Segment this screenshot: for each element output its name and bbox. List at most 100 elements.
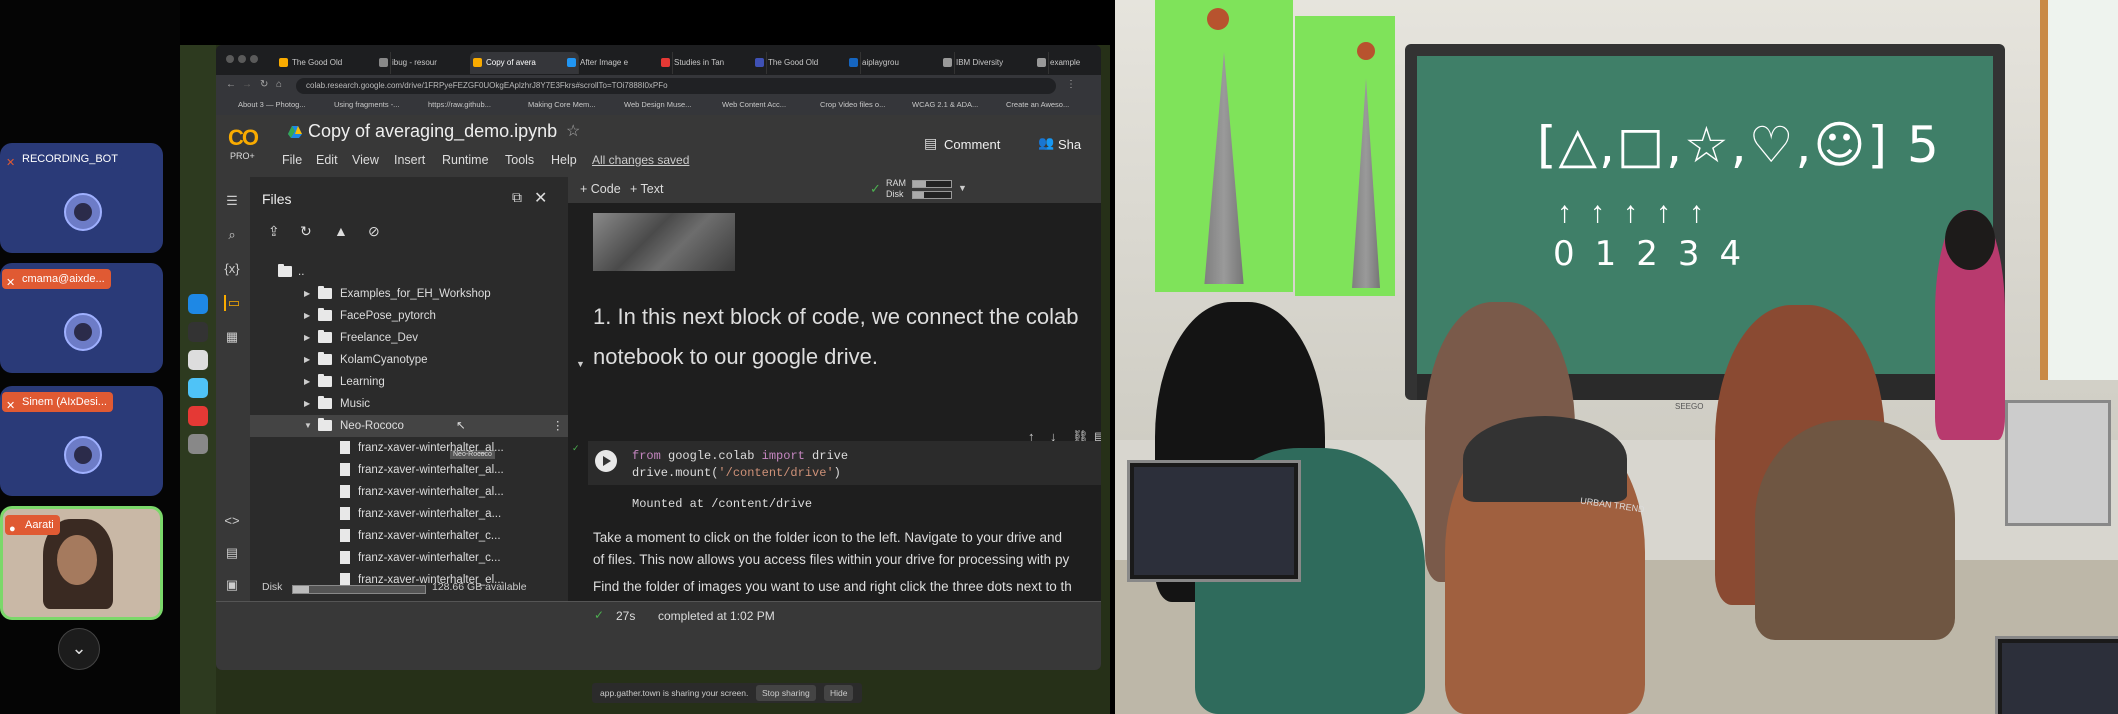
- command-palette-icon[interactable]: ▤: [224, 545, 240, 561]
- bookmark[interactable]: Web Design Muse...: [624, 100, 691, 109]
- refresh-icon[interactable]: ↻: [300, 223, 312, 240]
- terminal-icon[interactable]: [188, 322, 208, 342]
- notebook-title[interactable]: Copy of averaging_demo.ipynb: [308, 121, 557, 142]
- bookmark[interactable]: WCAG 2.1 & ADA...: [912, 100, 978, 109]
- file-tree-row[interactable]: ▶ Music: [250, 393, 568, 415]
- variables-icon[interactable]: {x}: [224, 261, 240, 277]
- browser-tab[interactable]: ibug - resour: [376, 52, 485, 74]
- chevron-right-icon[interactable]: ▶: [304, 305, 310, 327]
- file-tree-row[interactable]: franz-xaver-winterhalter_a...: [250, 503, 568, 525]
- bookmark[interactable]: Crop Video files o...: [820, 100, 885, 109]
- menu-view[interactable]: View: [352, 153, 379, 167]
- stop-sharing-button[interactable]: Stop sharing: [756, 685, 816, 701]
- file-tree-row[interactable]: franz-xaver-winterhalter_al...: [250, 459, 568, 481]
- menu-file[interactable]: File: [282, 153, 302, 167]
- file-tree-row[interactable]: ..: [250, 261, 568, 283]
- finder-icon[interactable]: [188, 294, 208, 314]
- browser-tab[interactable]: After Image e: [564, 52, 673, 74]
- back-icon[interactable]: ←: [226, 79, 236, 90]
- bookmark[interactable]: Web Content Acc...: [722, 100, 786, 109]
- menu-tools[interactable]: Tools: [505, 153, 534, 167]
- chevron-down-icon[interactable]: ⌄: [58, 628, 100, 670]
- search-icon[interactable]: ⌕: [224, 227, 240, 243]
- file-tree-row[interactable]: ▶ Examples_for_EH_Workshop: [250, 283, 568, 305]
- trash-icon[interactable]: [188, 434, 208, 454]
- participant-video-tile[interactable]: ● Aarati: [0, 506, 163, 620]
- file-tree-row[interactable]: franz-xaver-winterhalter_c...: [250, 547, 568, 569]
- file-tree-row[interactable]: ▶ FacePose_pytorch: [250, 305, 568, 327]
- browser-tab[interactable]: The Good Old: [276, 52, 391, 74]
- code-line[interactable]: from google.colab import drive: [632, 449, 848, 463]
- file-tree-row[interactable]: franz-xaver-winterhalter_c...: [250, 525, 568, 547]
- star-icon[interactable]: ☆: [566, 121, 580, 141]
- secrets-icon[interactable]: ▦: [224, 329, 240, 345]
- menu-icon[interactable]: ⋮: [1066, 79, 1076, 90]
- bookmark[interactable]: Using fragments -...: [334, 100, 399, 109]
- bookmark[interactable]: About 3 — Photog...: [238, 100, 306, 109]
- browser-tab[interactable]: IBM Diversity: [940, 52, 1049, 74]
- colab-logo[interactable]: CO: [228, 125, 268, 150]
- browser-tab[interactable]: The Good Old: [752, 52, 861, 74]
- toc-icon[interactable]: ☰: [224, 193, 240, 209]
- chrome-icon[interactable]: [188, 406, 208, 426]
- participant-tile[interactable]: ✕ Sinem (AIxDesi...: [0, 386, 163, 496]
- terminal-icon[interactable]: ▣: [224, 577, 240, 593]
- file-tree-row[interactable]: ▶ KolamCyanotype: [250, 349, 568, 371]
- chevron-right-icon[interactable]: ▶: [304, 327, 310, 349]
- bookmark[interactable]: Making Core Mem...: [528, 100, 596, 109]
- menu-edit[interactable]: Edit: [316, 153, 338, 167]
- maximize-window-icon[interactable]: [250, 55, 258, 63]
- chevron-down-icon[interactable]: ▼: [304, 415, 312, 437]
- close-icon[interactable]: ✕: [534, 188, 547, 208]
- participant-tile[interactable]: ✕ RECORDING_BOT: [0, 143, 163, 253]
- browser-tab[interactable]: Studies in Tan: [658, 52, 767, 74]
- file-tree-row[interactable]: ▶ Freelance_Dev: [250, 327, 568, 349]
- browser-tab[interactable]: aiplaygrou: [846, 52, 955, 74]
- code-snippets-icon[interactable]: <>: [224, 513, 240, 529]
- file-tree-row[interactable]: franz-xaver-winterhalter_al...: [250, 437, 568, 459]
- chevron-right-icon[interactable]: ▶: [304, 283, 310, 305]
- file-tree-row[interactable]: ▶ Learning: [250, 371, 568, 393]
- save-status[interactable]: All changes saved: [592, 153, 689, 167]
- code-line[interactable]: drive.mount('/content/drive'): [632, 466, 841, 480]
- minimize-window-icon[interactable]: [238, 55, 246, 63]
- classroom-photo: [△,□,☆,♡,☺] 5 ↑↑↑↑↑ 01234 SEEGO URBAN TR…: [1115, 0, 2118, 714]
- chevron-right-icon[interactable]: ▶: [304, 393, 310, 415]
- code-cell[interactable]: from google.colab import drive drive.mou…: [588, 441, 1101, 485]
- collapse-section-icon[interactable]: ▼: [576, 359, 585, 369]
- bookmark[interactable]: Create an Aweso...: [1006, 100, 1069, 109]
- more-options-icon[interactable]: ⋮: [552, 415, 564, 437]
- url-input[interactable]: colab.research.google.com/drive/1FRPyeFE…: [296, 78, 1056, 94]
- share-button[interactable]: Sha: [1058, 137, 1081, 152]
- chevron-right-icon[interactable]: ▶: [304, 349, 310, 371]
- chevron-down-icon[interactable]: ▼: [958, 183, 967, 193]
- preview-icon[interactable]: [188, 378, 208, 398]
- menu-insert[interactable]: Insert: [394, 153, 425, 167]
- upload-icon[interactable]: ⇪: [268, 223, 280, 240]
- participant-tile[interactable]: ✕ cmama@aixde...: [0, 263, 163, 373]
- open-in-tab-icon[interactable]: ⧉: [512, 189, 522, 206]
- file-tree-row[interactable]: franz-xaver-winterhalter_al...: [250, 481, 568, 503]
- browser-tab[interactable]: example: [1034, 52, 1101, 74]
- hide-button[interactable]: Hide: [824, 685, 854, 701]
- home-icon[interactable]: ⌂: [276, 79, 282, 90]
- menu-runtime[interactable]: Runtime: [442, 153, 489, 167]
- file-tree-row-selected[interactable]: ▼ Neo-Rococo ↖ ⋮: [250, 415, 568, 437]
- browser-tab-active[interactable]: Copy of avera: [470, 52, 579, 74]
- hide-files-icon[interactable]: ⊘: [368, 223, 380, 240]
- close-window-icon[interactable]: [226, 55, 234, 63]
- bookmarks-bar: About 3 — Photog... Using fragments -...…: [216, 97, 1101, 116]
- menu-help[interactable]: Help: [551, 153, 577, 167]
- folder-icon[interactable]: ▭: [224, 295, 242, 311]
- reload-icon[interactable]: ↻: [260, 79, 268, 90]
- run-cell-button[interactable]: [595, 450, 617, 472]
- bookmark[interactable]: https://raw.github...: [428, 100, 491, 109]
- comment-button[interactable]: Comment: [944, 137, 1000, 152]
- resource-labels[interactable]: RAM Disk: [886, 178, 906, 200]
- add-code-button[interactable]: + Code: [580, 182, 621, 196]
- mount-drive-icon[interactable]: ▲: [334, 223, 348, 239]
- forward-icon[interactable]: →: [242, 79, 252, 90]
- add-text-button[interactable]: + Text: [630, 182, 663, 196]
- notes-icon[interactable]: [188, 350, 208, 370]
- chevron-right-icon[interactable]: ▶: [304, 371, 310, 393]
